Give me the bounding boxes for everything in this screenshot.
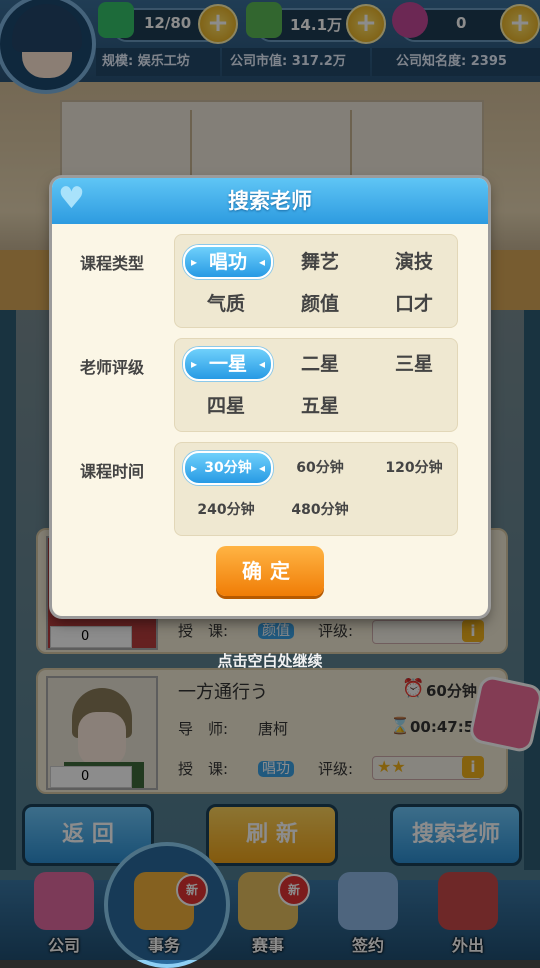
- option-time-60[interactable]: 60分钟: [277, 453, 363, 483]
- confirm-button[interactable]: 确定: [216, 546, 324, 596]
- course-type-label: 课程类型: [80, 254, 145, 273]
- option-course-eloquence[interactable]: 口才: [371, 289, 457, 319]
- teacher-rating-options: 一星 二星 三星 四星 五星: [174, 338, 458, 432]
- dialog-title: 搜索老师: [228, 189, 312, 213]
- option-time-480[interactable]: 480分钟: [277, 495, 363, 525]
- option-course-singing[interactable]: 唱功: [183, 245, 273, 279]
- course-type-options: 唱功 舞艺 演技 气质 颜值 口才: [174, 234, 458, 328]
- option-rating-2[interactable]: 二星: [277, 349, 363, 379]
- option-course-dance[interactable]: 舞艺: [277, 247, 363, 277]
- option-course-looks[interactable]: 颜值: [277, 289, 363, 319]
- option-course-temperament[interactable]: 气质: [183, 289, 269, 319]
- tap-to-continue-hint: 点击空白处继续: [217, 652, 323, 670]
- option-time-120[interactable]: 120分钟: [371, 453, 457, 483]
- teacher-rating-label: 老师评级: [80, 358, 145, 377]
- search-teacher-dialog: ♥ 搜索老师 课程类型 唱功 舞艺 演技 气质 颜值 口才 老师评级 一星 二星…: [52, 178, 488, 616]
- option-rating-1[interactable]: 一星: [183, 347, 273, 381]
- option-rating-4[interactable]: 四星: [183, 391, 269, 421]
- course-time-options: 30分钟 60分钟 120分钟 240分钟 480分钟: [174, 442, 458, 536]
- option-time-240[interactable]: 240分钟: [183, 495, 269, 525]
- option-rating-3[interactable]: 三星: [371, 349, 457, 379]
- course-time-label: 课程时间: [80, 462, 145, 481]
- option-course-acting[interactable]: 演技: [371, 247, 457, 277]
- option-time-30[interactable]: 30分钟: [183, 451, 273, 485]
- option-rating-5[interactable]: 五星: [277, 391, 363, 421]
